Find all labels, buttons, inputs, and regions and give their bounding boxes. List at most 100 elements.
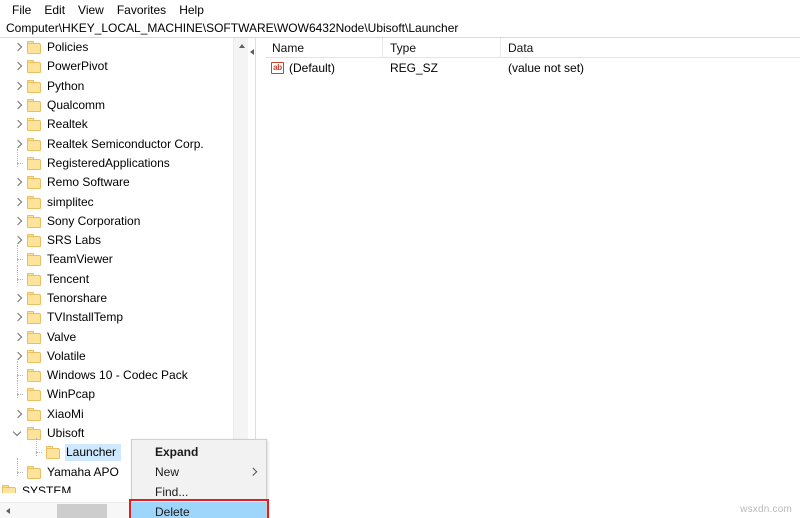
chevron-right-icon[interactable] bbox=[10, 57, 27, 76]
string-value-icon-label: ab bbox=[273, 63, 282, 72]
value-data-cell: (value not set) bbox=[508, 61, 585, 75]
tree-node[interactable]: SRS Labs bbox=[0, 231, 248, 250]
context-item-label: Find... bbox=[155, 485, 189, 499]
tree-node[interactable]: WinPcap bbox=[0, 380, 248, 404]
tree-node[interactable]: Policies bbox=[0, 38, 248, 57]
tree-node[interactable]: simplitec bbox=[0, 192, 248, 211]
tree-node[interactable]: TVInstallTemp bbox=[0, 308, 248, 327]
tree-node-label: Volatile bbox=[47, 348, 86, 363]
tree-node-label: Policies bbox=[47, 40, 89, 55]
chevron-right-icon[interactable] bbox=[10, 212, 27, 231]
context-menu-item-expand[interactable]: Expand bbox=[132, 442, 266, 462]
tree-node[interactable]: Realtek bbox=[0, 115, 248, 134]
menu-edit[interactable]: Edit bbox=[38, 1, 72, 19]
tree-node[interactable]: PowerPivot bbox=[0, 57, 248, 76]
chevron-right-icon[interactable] bbox=[10, 115, 27, 134]
folder-icon bbox=[27, 214, 42, 228]
tree-node-label: RegisteredApplications bbox=[47, 155, 170, 170]
folder-icon bbox=[27, 292, 42, 305]
tree-node[interactable]: XiaoMi bbox=[0, 405, 248, 424]
hscroll-track[interactable] bbox=[16, 504, 57, 518]
tree-root-label: SYSTEM bbox=[22, 483, 72, 493]
context-menu-item-new[interactable]: New bbox=[132, 462, 266, 482]
chevron-right-icon[interactable] bbox=[10, 77, 27, 96]
tree-node-label: Realtek Semiconductor Corp. bbox=[47, 136, 204, 151]
chevron-right-icon[interactable] bbox=[10, 135, 27, 154]
tree-node[interactable]: Volatile bbox=[0, 347, 248, 366]
context-item-label: Delete bbox=[155, 505, 190, 518]
chevron-right-icon[interactable] bbox=[10, 405, 27, 424]
chevron-down-icon[interactable] bbox=[10, 424, 27, 443]
chevron-right-icon[interactable] bbox=[10, 289, 27, 308]
tree-node-label: SRS Labs bbox=[47, 233, 102, 248]
tree-connector-line bbox=[10, 457, 27, 482]
tree-node[interactable]: Remo Software bbox=[0, 173, 248, 192]
tree-node[interactable]: Tenorshare bbox=[0, 289, 248, 308]
tree-node-label: Ubisoft bbox=[47, 426, 85, 441]
folder-icon bbox=[27, 349, 42, 363]
value-name-cell: ab (Default) bbox=[265, 61, 383, 75]
chevron-right-icon[interactable] bbox=[10, 38, 27, 57]
context-menu-item-delete[interactable]: Delete bbox=[129, 499, 269, 518]
address-bar[interactable]: Computer\HKEY_LOCAL_MACHINE\SOFTWARE\WOW… bbox=[0, 19, 800, 38]
tree-node[interactable]: Realtek Semiconductor Corp. bbox=[0, 134, 248, 153]
chevron-right-icon[interactable] bbox=[10, 96, 27, 115]
tree-node[interactable]: Tencent bbox=[0, 264, 248, 289]
menu-favorites[interactable]: Favorites bbox=[111, 1, 173, 19]
tree-node-list: Policies PowerPivot Python Qualcomm Realtek R… bbox=[0, 38, 248, 493]
menu-bar: File Edit View Favorites Help bbox=[0, 0, 800, 19]
tree-node[interactable]: Valve bbox=[0, 327, 248, 346]
scroll-up-arrow-icon[interactable] bbox=[234, 38, 248, 53]
tree-hscroll-thumb[interactable] bbox=[57, 504, 107, 518]
registry-path: Computer\HKEY_LOCAL_MACHINE\SOFTWARE\WOW… bbox=[6, 20, 459, 35]
chevron-right-icon bbox=[249, 468, 257, 476]
tree-vscroll-thumb[interactable] bbox=[235, 54, 248, 174]
folder-icon bbox=[27, 99, 42, 113]
tree-connector-line bbox=[10, 245, 27, 269]
splitter-arrow-icon[interactable] bbox=[248, 46, 255, 58]
column-header-type[interactable]: Type bbox=[383, 38, 501, 58]
tree-connector-line bbox=[10, 361, 27, 385]
folder-icon bbox=[27, 41, 42, 55]
folder-icon bbox=[27, 272, 42, 286]
column-header-data[interactable]: Data bbox=[501, 38, 800, 58]
tree-node[interactable]: Sony Corporation bbox=[0, 212, 248, 231]
tree-node-label: simplitec bbox=[47, 194, 94, 209]
tree-node-label: WinPcap bbox=[47, 387, 96, 402]
chevron-right-icon[interactable] bbox=[10, 308, 27, 327]
menu-file[interactable]: File bbox=[6, 1, 38, 19]
value-row[interactable]: ab (Default) REG_SZ (value not set) bbox=[265, 58, 800, 78]
chevron-right-icon[interactable] bbox=[10, 328, 27, 347]
folder-icon bbox=[27, 388, 42, 402]
column-header-name[interactable]: Name bbox=[265, 38, 383, 58]
menu-view[interactable]: View bbox=[72, 1, 111, 19]
context-menu-item-find[interactable]: Find... bbox=[132, 482, 266, 502]
tree-node[interactable]: Python bbox=[0, 77, 248, 96]
registry-editor-window: File Edit View Favorites Help Computer\H… bbox=[0, 0, 800, 518]
chevron-right-icon[interactable] bbox=[10, 173, 27, 192]
chevron-right-icon[interactable] bbox=[10, 193, 27, 212]
string-value-icon: ab bbox=[271, 62, 284, 74]
tree-node[interactable]: Qualcomm bbox=[0, 96, 248, 115]
folder-icon bbox=[27, 79, 42, 93]
tree-node-label: XiaoMi bbox=[47, 406, 84, 421]
tree-node-label: Sony Corporation bbox=[47, 213, 141, 228]
chevron-right-icon[interactable] bbox=[10, 347, 27, 366]
folder-icon bbox=[27, 253, 42, 267]
folder-icon bbox=[27, 407, 42, 421]
scroll-left-arrow-icon[interactable] bbox=[0, 503, 16, 518]
tree-node[interactable]: TeamViewer bbox=[0, 245, 248, 269]
folder-icon bbox=[27, 311, 42, 325]
folder-icon bbox=[27, 234, 42, 248]
watermark: wsxdn.com bbox=[740, 504, 792, 515]
tree-node[interactable]: RegisteredApplications bbox=[0, 148, 248, 173]
menu-help[interactable]: Help bbox=[173, 1, 211, 19]
tree-node-label: Launcher bbox=[64, 444, 122, 462]
folder-icon bbox=[27, 427, 42, 441]
folder-icon bbox=[27, 195, 42, 209]
folder-icon bbox=[27, 176, 42, 190]
tree-connector-line bbox=[10, 380, 27, 404]
chevron-right-icon[interactable] bbox=[10, 231, 27, 250]
tree-vertical-scrollbar[interactable] bbox=[233, 38, 248, 493]
tree-node[interactable]: Windows 10 - Codec Pack bbox=[0, 361, 248, 385]
